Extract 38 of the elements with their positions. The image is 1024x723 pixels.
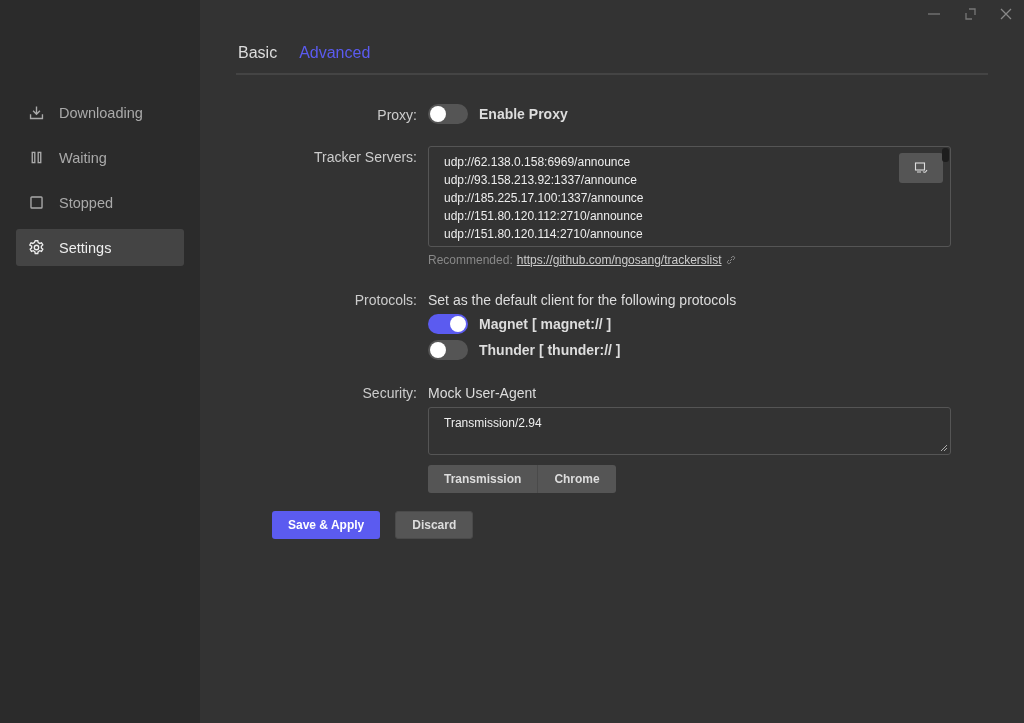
square-icon — [28, 194, 45, 211]
hint-text: Recommended: — [428, 253, 513, 267]
field-label: Tracker Servers: — [313, 148, 417, 165]
field-title: Mock User-Agent — [428, 384, 538, 401]
sidebar-item[interactable]: Downloading — [16, 94, 184, 131]
tracker-url: udp://151.80.120.114:2710/announce — [444, 226, 643, 243]
field-label: Security: — [361, 384, 417, 401]
tracker-url: udp://185.225.17.100:1337/announce — [444, 190, 644, 207]
tracker-list-field[interactable]: udp://62.138.0.158:6969/announce udp://93.158.213.92:1337/announce udp://185.225.17.100:1337/announce udp://151.80.120.112:2710/announce udp://151.80.120.114:2710/announce — [428, 146, 951, 247]
toggle-label: Magnet [ magnet:// ] — [479, 316, 612, 332]
user-agent-field[interactable]: Transmission/2.94 — [428, 407, 951, 455]
save-button[interactable]: Save & Apply — [272, 511, 381, 539]
discard-button[interactable]: Discard — [395, 511, 474, 539]
link[interactable]: https://github.com/ngosang/trackerslist — [516, 253, 722, 267]
toggle-switch[interactable] — [428, 104, 468, 124]
toggle-switch[interactable] — [428, 314, 468, 334]
description-text: Set as the default client for the following protocols — [428, 291, 738, 308]
tracker-url: udp://62.138.0.158:6969/announce — [444, 154, 631, 171]
toggle-switch[interactable] — [428, 340, 468, 360]
scrollbar-thumb[interactable] — [942, 148, 949, 162]
tracker-url: udp://151.80.120.112:2710/announce — [444, 208, 643, 225]
sidebar-item[interactable]: Settings — [16, 229, 184, 266]
settings-icon — [28, 239, 45, 256]
sidebar-item[interactable]: Waiting — [16, 139, 184, 176]
tracker-url: udp://93.158.213.92:1337/announce — [444, 172, 637, 189]
tab[interactable]: Basic — [238, 44, 278, 62]
field-label: Protocols: — [353, 291, 417, 308]
resize-grip-icon[interactable] — [940, 444, 948, 452]
screen-sync-icon — [914, 161, 928, 175]
preset-button[interactable]: Transmission — [428, 465, 539, 493]
sync-button[interactable] — [899, 153, 943, 183]
preset-button[interactable]: Chrome — [538, 465, 616, 493]
download-icon — [28, 104, 45, 121]
sidebar-item[interactable]: Stopped — [16, 184, 184, 221]
link-icon — [725, 255, 736, 265]
field-label: Proxy: — [376, 106, 417, 123]
toggle-label: Thunder [ thunder:// ] — [479, 342, 621, 358]
toggle-label: Enable Proxy — [479, 106, 568, 122]
